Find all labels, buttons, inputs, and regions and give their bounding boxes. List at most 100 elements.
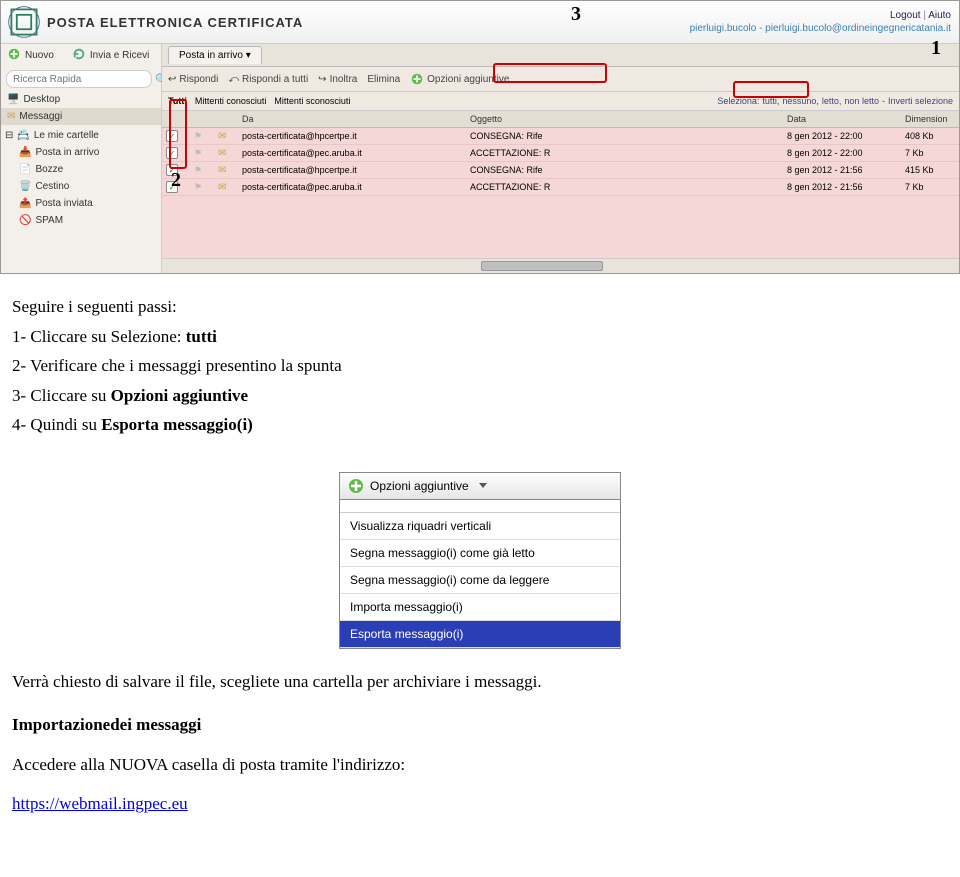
btn-label: Elimina [367, 74, 400, 85]
dropdown-item[interactable]: Esporta messaggio(i) [340, 621, 620, 648]
mail-icon: ✉ [7, 111, 15, 122]
flag-icon[interactable]: ⚑ [194, 165, 202, 175]
sidebar-toolbar: Nuovo Invia e Ricevi [1, 44, 161, 67]
col-from[interactable]: Da [238, 114, 466, 124]
sidebar-messaggi[interactable]: ✉ Messaggi [1, 108, 161, 125]
options-dropdown-screenshot: Opzioni aggiuntive Visualizza riquadri v… [339, 472, 621, 649]
intro-line: Seguire i seguenti passi: [12, 294, 948, 320]
help-link[interactable]: Aiuto [928, 10, 951, 21]
cell-from: posta-certificata@hpcertpe.it [238, 165, 466, 175]
highlight-box-options [493, 63, 607, 83]
cell-from: posta-certificata@hpcertpe.it [238, 131, 466, 141]
folder-root[interactable]: ⊟ 📇 Le mie cartelle [1, 127, 161, 144]
dropdown-item[interactable]: Importa messaggio(i) [340, 594, 620, 621]
brand-logo [1, 1, 47, 43]
search-input[interactable] [6, 70, 152, 88]
cell-subject: ACCETTAZIONE: R [466, 182, 783, 192]
btn-label: Rispondi [179, 74, 218, 85]
sidebar-desktop[interactable]: 🖥️ Desktop [1, 91, 161, 108]
invert-selection-link[interactable]: Inverti selezione [888, 96, 953, 106]
webmail-url-link[interactable]: https://webmail.ingpec.eu [12, 794, 188, 813]
flag-icon[interactable]: ⚑ [194, 182, 202, 192]
message-row[interactable]: ✓⚑✉posta-certificata@hpcertpe.itCONSEGNA… [162, 162, 959, 179]
folder-sent[interactable]: 📤Posta inviata [1, 195, 161, 212]
instructions-text-2: Verrà chiesto di salvare il file, scegli… [0, 669, 960, 841]
reply-all-icon: ⤺ [228, 74, 239, 85]
btn-label: Inoltra [330, 74, 358, 85]
filter-known[interactable]: Mittenti conosciuti [195, 96, 267, 106]
dropdown-item[interactable]: Segna messaggio(i) come da leggere [340, 567, 620, 594]
access-text: Accedere alla NUOVA casella di posta tra… [12, 752, 948, 778]
annotation-1: 1 [931, 37, 941, 60]
message-row[interactable]: ✓⚑✉posta-certificata@pec.aruba.itACCETTA… [162, 145, 959, 162]
cell-size: 7 Kb [901, 148, 959, 158]
folder-inbox[interactable]: 📥Posta in arrivo [1, 144, 161, 161]
sidebar: Nuovo Invia e Ricevi 🔍 🖥️ Desktop ✉ Mess… [1, 44, 162, 273]
step-1: 1- Cliccare su Selezione: tutti [12, 324, 948, 350]
message-row[interactable]: ✓⚑✉posta-certificata@hpcertpe.itCONSEGNA… [162, 128, 959, 145]
step-text: 4- Quindi su [12, 415, 101, 434]
logout-link[interactable]: Logout [890, 10, 921, 21]
cell-date: 8 gen 2012 - 21:56 [783, 182, 901, 192]
dropdown-gap [340, 500, 620, 513]
highlight-box-select [733, 81, 809, 98]
brand-title: POSTA ELETTRONICA CERTIFICATA [47, 15, 303, 30]
folder-label: Le mie cartelle [34, 130, 99, 141]
folder-icon: 📄 [19, 164, 31, 175]
tree-toggle-icon[interactable]: ⊟ [5, 130, 13, 141]
folder-drafts[interactable]: 📄 Bozze [1, 161, 161, 178]
step-3: 3- Cliccare su Opzioni aggiuntive [12, 383, 948, 409]
reply-all-button[interactable]: ⤺Rispondi a tutti [228, 74, 308, 85]
cell-date: 8 gen 2012 - 22:00 [783, 148, 901, 158]
cell-size: 7 Kb [901, 182, 959, 192]
reply-button[interactable]: ↩Rispondi [168, 74, 218, 85]
folder-icon: 📤 [19, 198, 31, 209]
plus-icon [7, 47, 21, 64]
plus-icon [410, 72, 424, 86]
col-date[interactable]: Data [783, 114, 901, 124]
tab-inbox[interactable]: Posta in arrivo ▾ [168, 46, 262, 64]
message-row[interactable]: ✓⚑✉posta-certificata@pec.aruba.itACCETTA… [162, 179, 959, 196]
after-text: Verrà chiesto di salvare il file, scegli… [12, 669, 948, 695]
delete-button[interactable]: Elimina [367, 74, 400, 85]
envelope-icon: ✉ [218, 131, 226, 142]
desktop-icon: 🖥️ [7, 94, 19, 105]
folder-spam[interactable]: 🚫SPAM [1, 212, 161, 229]
section-heading: Importazionedei messaggi [12, 715, 201, 734]
cell-subject: CONSEGNA: Rife [466, 165, 783, 175]
cell-from: posta-certificata@pec.aruba.it [238, 148, 466, 158]
select-unread-link[interactable]: non letto [844, 96, 879, 106]
cell-from: posta-certificata@pec.aruba.it [238, 182, 466, 192]
annotation-3: 3 [571, 3, 581, 26]
step-bold: tutti [186, 327, 217, 346]
flag-icon[interactable]: ⚑ [194, 148, 202, 158]
dropdown-item[interactable]: Visualizza riquadri verticali [340, 513, 620, 540]
separator: - [882, 96, 885, 106]
col-size[interactable]: Dimension [901, 114, 959, 124]
dropdown-label: Opzioni aggiuntive [370, 479, 469, 493]
highlight-box-checks [169, 99, 187, 169]
filter-unknown[interactable]: Mittenti sconosciuti [274, 96, 350, 106]
step-text: 1- Cliccare su Selezione: [12, 327, 186, 346]
user-label: pierluigi.bucolo - pierluigi.bucolo@ordi… [690, 22, 951, 35]
folder-trash[interactable]: 🗑️Cestino [1, 178, 161, 195]
step-text: 3- Cliccare su [12, 386, 111, 405]
send-receive-button[interactable]: Invia e Ricevi [90, 50, 149, 61]
flag-icon[interactable]: ⚑ [194, 131, 202, 141]
folder-label: Bozze [35, 164, 63, 175]
col-subject[interactable]: Oggetto [466, 114, 783, 124]
select-read-link[interactable]: letto, [822, 96, 842, 106]
dropdown-item[interactable]: Segna messaggio(i) come già letto [340, 540, 620, 567]
dropdown-button[interactable]: Opzioni aggiuntive [340, 473, 620, 500]
envelope-icon: ✉ [218, 148, 226, 159]
cell-size: 415 Kb [901, 165, 959, 175]
step-bold: Esporta messaggio(i) [101, 415, 253, 434]
sidebar-label: Messaggi [19, 111, 62, 122]
nuovo-button[interactable]: Nuovo [25, 50, 54, 61]
horizontal-scrollbar[interactable] [162, 258, 959, 273]
filter-row: Tutti Mittenti conosciuti Mittenti scono… [162, 92, 959, 111]
forward-button[interactable]: ↪Inoltra [318, 74, 357, 85]
cell-date: 8 gen 2012 - 22:00 [783, 131, 901, 141]
plus-icon [348, 478, 364, 494]
folder-label: Cestino [35, 181, 69, 192]
